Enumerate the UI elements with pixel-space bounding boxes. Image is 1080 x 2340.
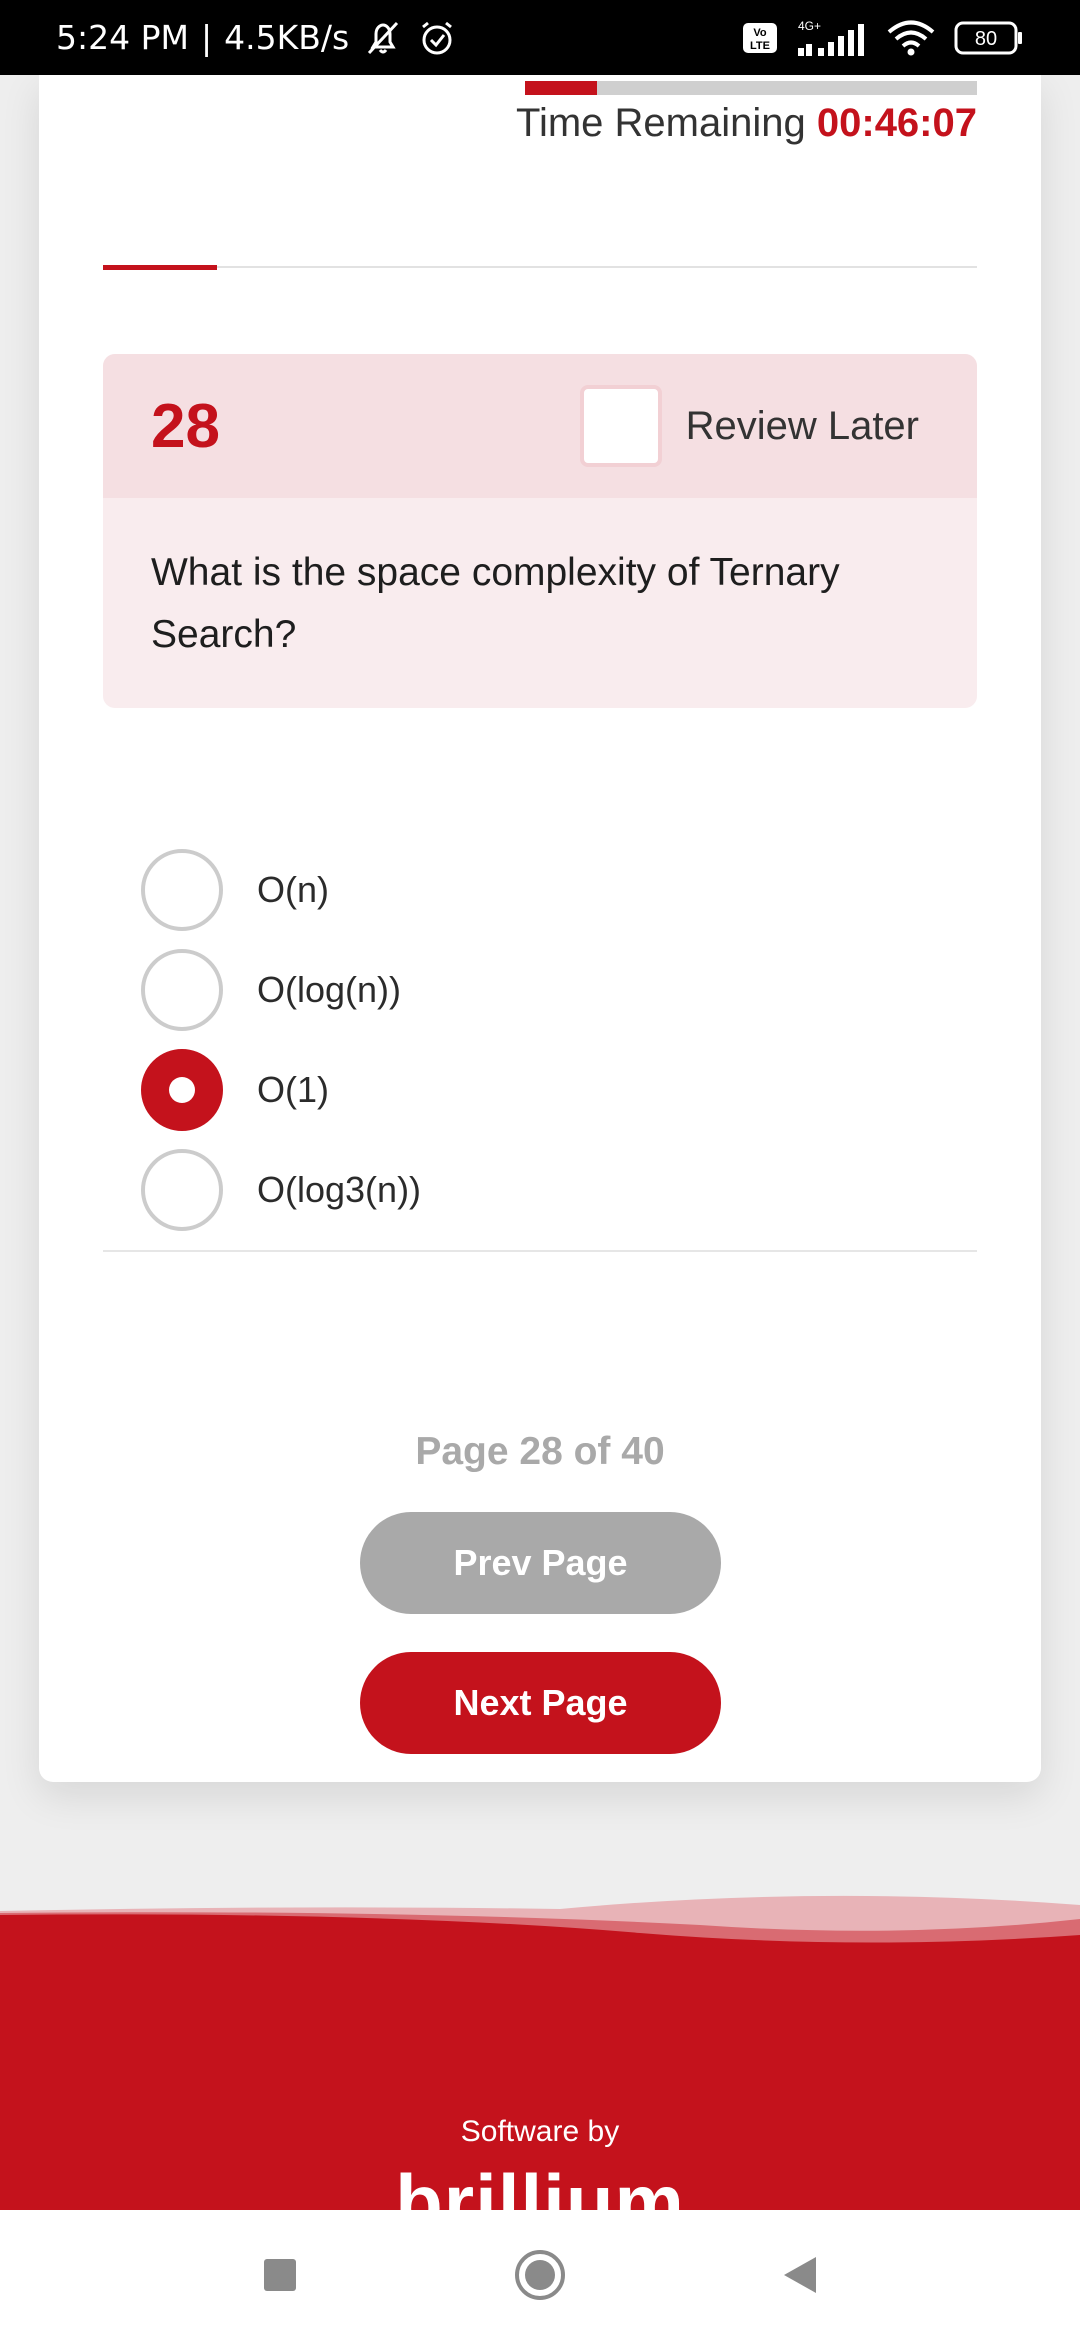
divider xyxy=(103,1250,977,1252)
next-page-button[interactable]: Next Page xyxy=(360,1652,721,1754)
recent-apps-button[interactable] xyxy=(250,2245,310,2305)
svg-text:Vo: Vo xyxy=(753,27,767,39)
cellular-signal-icon: 4G+ xyxy=(796,18,868,58)
footer-wave xyxy=(0,1895,1080,1955)
time-remaining-value: 00:46:07 xyxy=(816,101,977,145)
home-circle-icon xyxy=(515,2250,565,2300)
answer-option[interactable]: O(n) xyxy=(141,840,961,940)
battery-level: 80 xyxy=(975,28,997,50)
answer-option[interactable]: O(1) xyxy=(141,1040,961,1140)
brillium-logo: brillium xyxy=(395,2158,685,2210)
back-triangle-icon xyxy=(784,2257,816,2293)
answer-option[interactable]: O(log3(n)) xyxy=(141,1140,961,1240)
status-time: 5:24 PM xyxy=(56,18,189,57)
prev-page-button[interactable]: Prev Page xyxy=(360,1512,721,1614)
wifi-icon xyxy=(886,19,936,57)
time-remaining-label: Time Remaining xyxy=(516,101,806,145)
answer-radio[interactable] xyxy=(141,949,223,1031)
answer-label: O(log(n)) xyxy=(257,969,402,1010)
answer-radio[interactable] xyxy=(141,849,223,931)
answer-radio[interactable] xyxy=(141,1049,223,1131)
timer-progress-fill xyxy=(525,81,598,95)
question-text: What is the space complexity of Ternary … xyxy=(151,551,840,656)
volte-icon: Vo LTE xyxy=(742,22,778,54)
answer-label: O(n) xyxy=(257,869,329,910)
footer: Software by brillium xyxy=(0,1895,1080,2210)
network-type-label: 4G+ xyxy=(798,19,821,33)
alarm-icon xyxy=(417,18,457,58)
status-left: 5:24 PM | 4.5KB/s xyxy=(56,18,457,58)
page-indicator: Page 28 of 40 xyxy=(415,1430,665,1473)
timer-progress-bar xyxy=(525,81,977,95)
mute-icon xyxy=(361,19,405,57)
review-later-checkbox[interactable] xyxy=(579,385,662,467)
review-later-toggle[interactable]: Review Later xyxy=(579,385,919,467)
answer-label: O(1) xyxy=(257,1069,329,1110)
battery-icon: 80 xyxy=(954,20,1024,56)
time-remaining: Time Remaining 00:46:07 xyxy=(516,101,977,146)
status-bar: 5:24 PM | 4.5KB/s Vo LTE 4G+ 80 xyxy=(0,0,1080,75)
svg-text:LTE: LTE xyxy=(750,40,770,52)
answer-options: O(n) O(log(n)) O(1) O(log3(n)) xyxy=(141,840,961,1240)
software-by-label: Software by xyxy=(460,2115,620,2148)
answer-option[interactable]: O(log(n)) xyxy=(141,940,961,1040)
review-later-label: Review Later xyxy=(685,403,919,448)
section-progress-track xyxy=(103,266,977,268)
answer-radio[interactable] xyxy=(141,1149,223,1231)
status-separator: | xyxy=(200,18,213,57)
question-number: 28 xyxy=(151,391,220,461)
section-progress-fill xyxy=(103,265,217,270)
status-network-speed: 4.5KB/s xyxy=(224,18,350,57)
quiz-card: Time Remaining 00:46:07 28 Review Later … xyxy=(39,75,1041,1782)
back-button[interactable] xyxy=(770,2245,830,2305)
answer-label: O(log3(n)) xyxy=(257,1169,422,1210)
square-icon xyxy=(264,2259,296,2291)
question-header: 28 Review Later xyxy=(103,354,977,498)
radio-selected-dot xyxy=(169,1077,195,1103)
status-right: Vo LTE 4G+ 80 xyxy=(742,18,1024,58)
question-box: 28 Review Later What is the space comple… xyxy=(103,354,977,708)
home-button[interactable] xyxy=(510,2245,570,2305)
navigation-bar xyxy=(0,2210,1080,2340)
